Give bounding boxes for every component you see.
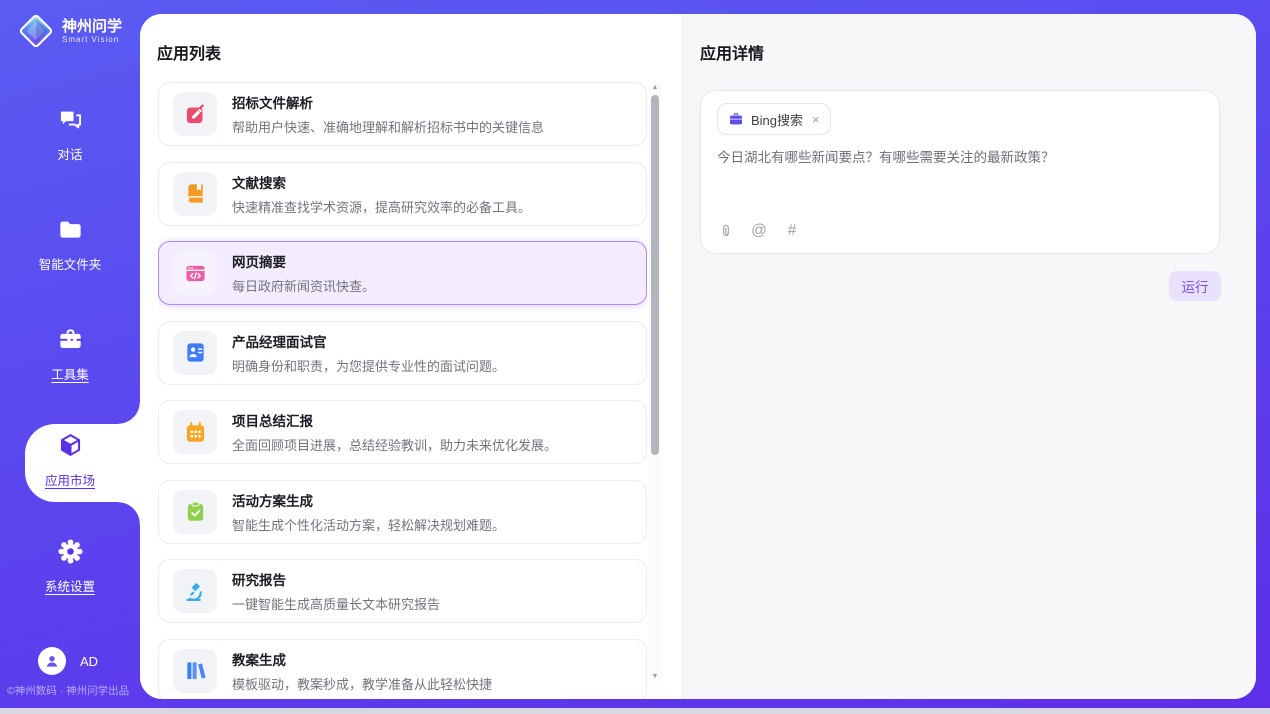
brand-diamond-icon [16,11,56,51]
app-name: 研究报告 [232,569,440,589]
sidebar-item-settings[interactable]: 系统设置 [0,538,140,595]
hashtag-icon[interactable]: # [783,222,801,240]
run-button[interactable]: 运行 [1169,271,1221,301]
app-name: 项目总结汇报 [232,410,557,430]
app-icon-tile [173,251,217,295]
scrollbar-thumb[interactable] [651,95,659,455]
app-desc: 模板驱动，教案秒成，教学准备从此轻松快捷 [232,674,492,693]
app-card-research-report[interactable]: 研究报告 一键智能生成高质量长文本研究报告 [158,559,647,623]
gear-icon [57,538,84,565]
app-list: 招标文件解析 帮助用户快速、准确地理解和解析招标书中的关键信息 文献搜索 快速精… [158,82,647,699]
attachment-icon[interactable] [717,222,735,240]
prompt-card: Bing搜索 × 今日湖北有哪些新闻要点？有哪些需要关注的最新政策？ @ # [700,90,1220,254]
brand-name: 神州问学 [62,18,122,35]
app-icon-tile [173,569,217,613]
app-name: 网页摘要 [232,251,375,271]
scrollbar-down-arrow[interactable]: ▼ [649,673,661,680]
app-list-pane: 应用列表 招标文件解析 帮助用户快速、准确地理解和解析招标书中的关键信息 [140,14,683,699]
list-scrollbar[interactable]: ▲ ▼ [649,82,661,682]
chat-icon [57,106,84,133]
avatar [38,647,66,675]
edit-document-icon [184,103,207,126]
app-icon-tile [173,172,217,216]
composer-toolbar: @ # [717,222,801,240]
book-icon [184,182,207,205]
sidebar-footer: ©神州数码 · 神州问学出品 [7,683,140,698]
clipboard-check-icon [184,500,207,523]
app-name: 产品经理面试官 [232,331,505,351]
app-icon-tile [173,490,217,534]
toolbox-icon [57,326,84,353]
sidebar-item-label: 工具集 [0,364,140,383]
app-desc: 智能生成个性化活动方案，轻松解决规划难题。 [232,515,505,534]
app-card-bid-document-parsing[interactable]: 招标文件解析 帮助用户快速、准确地理解和解析招标书中的关键信息 [158,82,647,146]
app-icon-tile [173,331,217,375]
sidebar-item-toolset[interactable]: 工具集 [0,326,140,383]
user-account[interactable]: AD [38,647,98,675]
books-icon [184,659,207,682]
microscope-icon [184,580,207,603]
folder-icon [57,216,84,243]
app-list-title: 应用列表 [157,40,221,64]
app-card-lesson-plan[interactable]: 教案生成 模板驱动，教案秒成，教学准备从此轻松快捷 [158,639,647,700]
app-desc: 帮助用户快速、准确地理解和解析招标书中的关键信息 [232,117,544,136]
app-desc: 全面回顾项目进展，总结经验教训，助力未来优化发展。 [232,435,557,454]
sidebar-item-label: 系统设置 [0,576,140,595]
app-card-literature-search[interactable]: 文献搜索 快速精准查找学术资源，提高研究效率的必备工具。 [158,162,647,226]
app-name: 文献搜索 [232,172,531,192]
mention-icon[interactable]: @ [750,222,768,240]
query-input[interactable]: 今日湖北有哪些新闻要点？有哪些需要关注的最新政策？ [717,148,1203,208]
app-desc: 明确身份和职责，为您提供专业性的面试问题。 [232,356,505,375]
user-label: AD [80,654,98,669]
app-logo: 神州问学 Smart Vision [16,11,122,51]
app-icon-tile [173,92,217,136]
sidebar-item-label: 应用市场 [0,470,140,489]
bottom-edge-strip [0,708,1270,714]
tool-tag-label: Bing搜索 [751,110,803,129]
app-detail-title: 应用详情 [700,40,1222,64]
app-card-project-summary[interactable]: 项目总结汇报 全面回顾项目进展，总结经验教训，助力未来优化发展。 [158,400,647,464]
app-card-pm-interviewer[interactable]: 产品经理面试官 明确身份和职责，为您提供专业性的面试问题。 [158,321,647,385]
calendar-icon [184,421,207,444]
scrollbar-up-arrow[interactable]: ▲ [649,84,661,91]
app-desc: 一键智能生成高质量长文本研究报告 [232,594,440,613]
cube-icon [57,432,84,459]
app-icon-tile [173,410,217,454]
sidebar-item-label: 智能文件夹 [0,254,140,273]
person-icon [43,652,61,670]
app-name: 活动方案生成 [232,490,505,510]
app-desc: 快速精准查找学术资源，提高研究效率的必备工具。 [232,197,531,216]
sidebar-item-label: 对话 [0,144,140,163]
main-panel: 应用列表 招标文件解析 帮助用户快速、准确地理解和解析招标书中的关键信息 [140,14,1256,699]
app-detail-pane: 应用详情 Bing搜索 × 今日湖北有哪些新闻要点？有哪些需要关注的最新政策？ [683,14,1256,699]
briefcase-icon [728,111,744,127]
brand-subtitle: Smart Vision [62,35,122,44]
sidebar-item-chat[interactable]: 对话 [0,106,140,163]
app-desc: 每日政府新闻资讯快查。 [232,276,375,295]
app-name: 招标文件解析 [232,92,544,112]
sidebar-item-app-market[interactable]: 应用市场 [0,432,140,489]
app-name: 教案生成 [232,649,492,669]
webpage-code-icon [184,262,207,285]
tag-close-icon[interactable]: × [812,112,820,127]
interviewer-icon [184,341,207,364]
sidebar-item-smart-folder[interactable]: 智能文件夹 [0,216,140,273]
tool-tag-bing-search[interactable]: Bing搜索 × [717,103,831,135]
app-card-webpage-summary[interactable]: 网页摘要 每日政府新闻资讯快查。 [158,241,647,305]
app-card-event-plan[interactable]: 活动方案生成 智能生成个性化活动方案，轻松解决规划难题。 [158,480,647,544]
app-icon-tile [173,649,217,693]
sidebar: 神州问学 Smart Vision 对话 智能文件夹 工具集 应用市场 [0,0,140,708]
